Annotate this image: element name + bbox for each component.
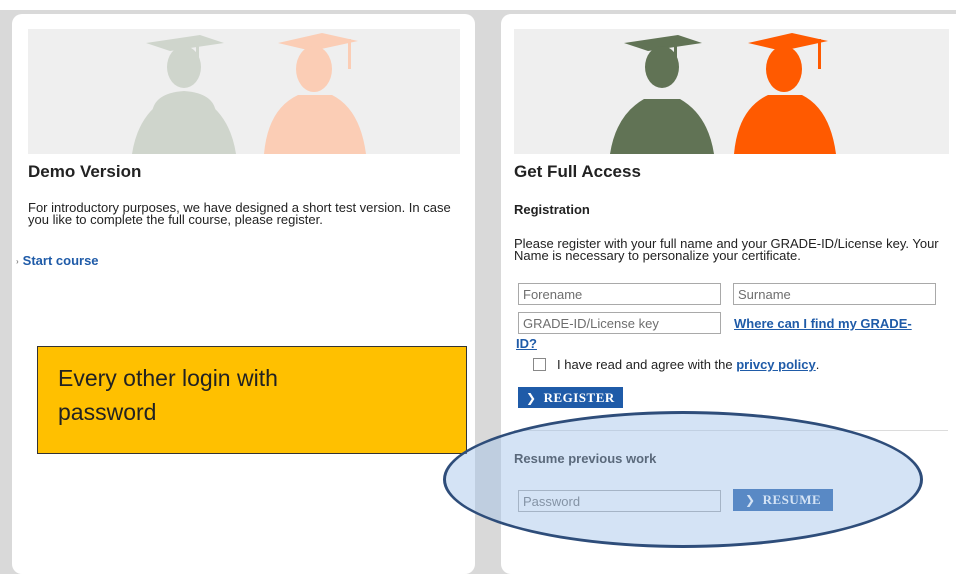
password-input[interactable] xyxy=(518,490,721,512)
annotation-callout: Every other login with password xyxy=(37,346,467,454)
demo-version-card: Demo Version For introductory purposes, … xyxy=(12,14,475,574)
find-grade-id-link-part1[interactable]: Where can I find my GRADE- xyxy=(734,316,912,331)
graduate-silhouettes-icon xyxy=(132,33,366,154)
demo-title: Demo Version xyxy=(28,162,142,181)
arrow-right-icon: › xyxy=(16,257,19,266)
resume-button[interactable]: ❯ RESUME xyxy=(733,489,834,511)
registration-description: Please register with your full name and … xyxy=(514,236,939,263)
resume-heading: Resume previous work xyxy=(514,451,657,466)
surname-input[interactable] xyxy=(733,283,936,305)
annotation-text: Every other login with password xyxy=(58,365,278,425)
privacy-agree-checkbox[interactable] xyxy=(533,358,546,371)
graduates-illustration xyxy=(28,29,460,154)
privacy-policy-link[interactable]: privcy policy xyxy=(736,357,815,372)
privacy-agree-label: I have read and agree with the privcy po… xyxy=(557,357,820,372)
register-button[interactable]: ❯ REGISTER xyxy=(518,387,623,408)
graduates-illustration xyxy=(514,29,949,154)
graduate-silhouettes-icon xyxy=(610,33,836,154)
graduate-silhouette-back xyxy=(132,35,236,154)
start-course-link[interactable]: › Start course xyxy=(16,253,99,268)
find-grade-id-link-part2[interactable]: ID? xyxy=(516,336,537,351)
graduate-silhouette-back xyxy=(610,35,714,154)
graduate-silhouette-front xyxy=(264,33,366,154)
demo-description: For introductory purposes, we have desig… xyxy=(28,200,451,227)
registration-heading: Registration xyxy=(514,202,590,217)
chevron-right-icon: ❯ xyxy=(745,493,756,507)
section-divider xyxy=(514,430,948,431)
full-access-title: Get Full Access xyxy=(514,162,641,181)
graduate-silhouette-front xyxy=(734,33,836,154)
forename-input[interactable] xyxy=(518,283,721,305)
license-key-input[interactable] xyxy=(518,312,721,334)
chevron-right-icon: ❯ xyxy=(526,390,537,405)
top-border xyxy=(0,0,956,10)
